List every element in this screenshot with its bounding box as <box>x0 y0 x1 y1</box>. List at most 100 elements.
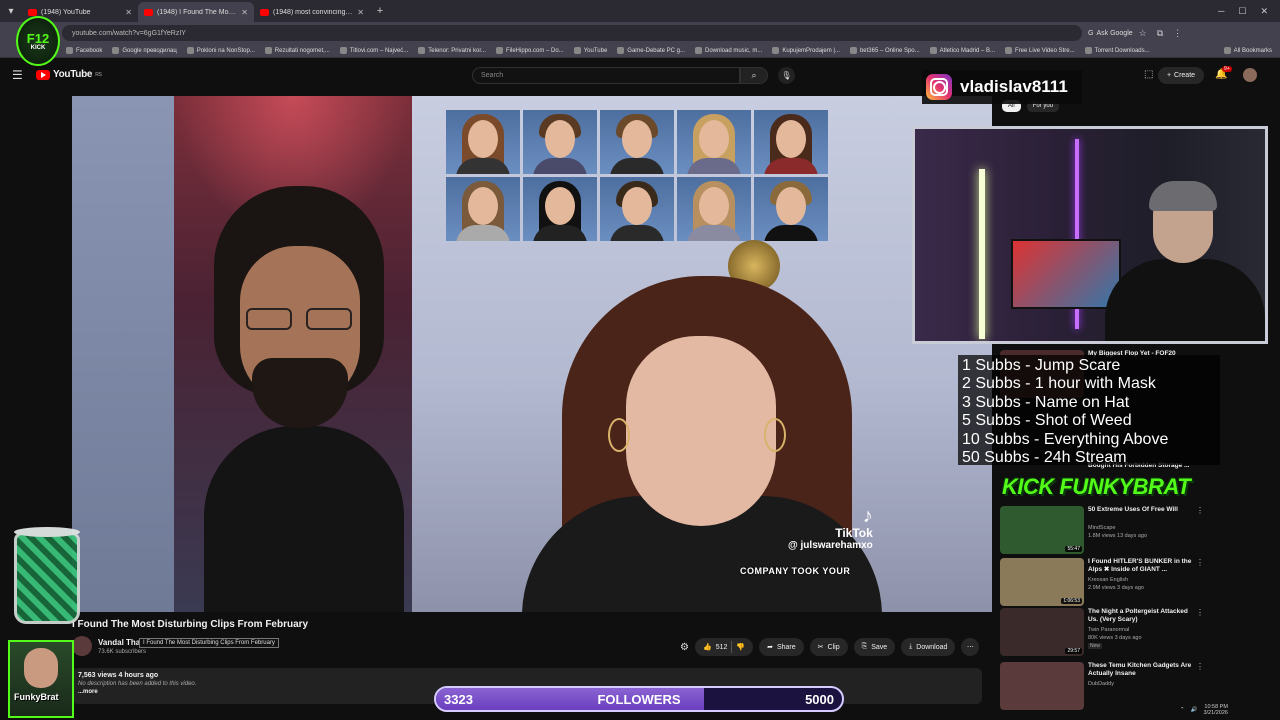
logo-f12-text: F12 <box>26 30 50 46</box>
volume-icon[interactable]: 🔊 <box>1191 707 1198 713</box>
youtube-logo[interactable]: YouTube RS <box>36 69 102 80</box>
tab-search-icon[interactable]: ▾ <box>0 0 22 22</box>
thumbs-down-icon[interactable]: 👎 <box>736 643 745 651</box>
video-tiktok-clip: ♪ TikTok @ julswarehamxo COMPANY TOOK YO… <box>412 96 992 612</box>
rec-title[interactable]: The Night a Poltergeist Attacked Us. (Ve… <box>1088 608 1196 624</box>
close-tab-icon[interactable]: ✕ <box>125 8 132 17</box>
kebab-menu-icon[interactable]: ⋮ <box>1196 558 1204 567</box>
tray-chevron-icon[interactable]: ⌃ <box>1180 707 1185 713</box>
gear-icon[interactable]: ⚙ <box>680 642 689 653</box>
close-tab-icon[interactable]: ✕ <box>241 8 248 17</box>
rec-thumbnail[interactable]: 55:47 <box>1000 506 1084 554</box>
clock[interactable]: 10:58 PM 3/21/2026 <box>1203 704 1227 716</box>
bookmark-item[interactable]: Download music, m... <box>694 47 762 54</box>
channel-avatar[interactable] <box>72 636 92 656</box>
divider <box>731 641 733 653</box>
streamer-body <box>1105 259 1265 341</box>
school-photo <box>446 177 520 241</box>
kebab-menu-icon[interactable]: ⋮ <box>1196 506 1204 515</box>
followers-goal-bar: 3323 FOLLOWERS 5000 <box>434 686 844 712</box>
menu-kebab-icon[interactable]: ⋮ <box>1173 28 1182 39</box>
ask-google-button[interactable]: G Ask Google <box>1088 30 1133 37</box>
clip-button[interactable]: ✂ Clip <box>809 638 848 656</box>
account-avatar[interactable] <box>1243 68 1257 82</box>
download-icon: ⤓ <box>909 643 913 650</box>
rec-thumbnail[interactable]: 29:57 <box>1000 608 1084 656</box>
share-button[interactable]: ➦ Share <box>759 638 804 656</box>
bookmark-item[interactable]: Google преводилац <box>112 47 177 54</box>
region-code: RS <box>95 71 102 78</box>
hamburger-menu-icon[interactable]: ☰ <box>12 68 23 82</box>
tiktok-label: TikTok <box>835 526 873 540</box>
sub-goal: 10 Subbs - Everything Above <box>962 430 1169 448</box>
bookmark-item[interactable]: bet365 – Online Spo... <box>849 47 920 54</box>
bookmark-label: Game-Debate PC g... <box>627 47 685 54</box>
sub-goal: 1 Subbs - Jump Scare <box>962 357 1121 374</box>
rec-channel[interactable]: MindScape <box>1088 525 1116 531</box>
rec-title[interactable]: I Found HITLER'S BUNKER in the Alps ✖ In… <box>1088 558 1196 574</box>
create-button[interactable]: + Create <box>1158 67 1204 84</box>
bookmark-item[interactable]: YouTube <box>573 47 607 54</box>
kebab-menu-icon[interactable]: ⋮ <box>1196 662 1204 671</box>
minimize-icon[interactable]: ─ <box>1218 6 1224 17</box>
save-button[interactable]: ⎘ Save <box>853 638 896 656</box>
channel-name[interactable]: Vandal Tha <box>98 638 140 647</box>
browser-tab-active[interactable]: (1948) I Found The Most D ✕ <box>138 2 254 22</box>
rec-thumbnail[interactable] <box>1000 662 1084 710</box>
close-tab-icon[interactable]: ✕ <box>357 8 364 17</box>
notification-badge: 9+ <box>1222 66 1232 72</box>
search-icon[interactable]: ⌕ <box>740 67 768 84</box>
maximize-icon[interactable]: ☐ <box>1238 6 1246 17</box>
rec-title[interactable]: 50 Extreme Uses Of Free Will <box>1088 506 1196 514</box>
browser-tab[interactable]: (1948) most convincing eviden ✕ <box>254 2 370 22</box>
new-tab-button[interactable]: + <box>370 5 390 17</box>
extensions-icon[interactable]: ⧉ <box>1157 28 1163 39</box>
instagram-overlay: vladislav8111 <box>922 70 1082 104</box>
bookmark-favicon-icon <box>694 47 702 54</box>
bookmark-item[interactable]: Facebook <box>66 47 102 54</box>
bookmark-item[interactable]: Game-Debate PC g... <box>617 47 685 54</box>
like-dislike-button[interactable]: 👍 512 👎 <box>694 638 754 656</box>
bookmark-item[interactable]: KupujemProdajem |... <box>772 47 840 54</box>
f12-kick-logo: F12 KICK <box>16 16 60 66</box>
youtube-favicon-icon <box>144 8 153 16</box>
share-icon: ➦ <box>767 644 773 651</box>
cast-icon[interactable]: ⬚ <box>1144 69 1153 80</box>
bookmark-favicon-icon <box>929 47 937 54</box>
rec-thumbnail[interactable]: 1:06:53 <box>1000 558 1084 606</box>
bookmark-item[interactable]: Atletico Madrid – B... <box>929 47 995 54</box>
bookmark-item[interactable]: Torrent Downloads... <box>1084 47 1150 54</box>
cup-decoration <box>14 527 80 624</box>
bookmark-star-icon[interactable]: ☆ <box>1139 28 1147 39</box>
search-input[interactable]: Search <box>472 67 740 84</box>
more-actions-button[interactable]: ⋯ <box>961 638 980 656</box>
bookmark-item[interactable]: FileHippo.com – Do... <box>496 47 564 54</box>
bookmark-item[interactable]: Titlovi.com – Najveć... <box>339 47 408 54</box>
bookmark-label: FileHippo.com – Do... <box>506 47 564 54</box>
thumbs-up-icon[interactable]: 👍 <box>703 643 712 651</box>
close-window-icon[interactable]: ✕ <box>1260 6 1268 17</box>
kebab-menu-icon[interactable]: ⋮ <box>1196 608 1204 617</box>
all-bookmarks-button[interactable]: All Bookmarks <box>1223 47 1280 54</box>
youtube-header: ☰ YouTube RS Search ⌕ 🎙 ⬚ + Create 🔔 9+ <box>0 58 1280 92</box>
recommendation-item[interactable]: 55:47 50 Extreme Uses Of Free Will MindS… <box>1000 506 1240 554</box>
bookmark-item[interactable]: Pokloni na NonStop... <box>186 47 255 54</box>
microphone-icon[interactable]: 🎙 <box>778 67 795 84</box>
bookmark-item[interactable]: Free Live Video Stre... <box>1005 47 1075 54</box>
url-field[interactable]: youtube.com/watch?v=6gG1fYeRzIY <box>62 25 1082 41</box>
rec-meta: 1.8M views 13 days ago <box>1088 533 1148 539</box>
recommendation-item[interactable]: 29:57 The Night a Poltergeist Attacked U… <box>1000 608 1240 656</box>
rec-channel[interactable]: Twin Paranormal <box>1088 627 1129 633</box>
bookmark-item[interactable]: Rezultati nogomet,... <box>264 47 330 54</box>
clip-label: Clip <box>827 643 840 651</box>
download-button[interactable]: ⤓ Download <box>901 638 956 656</box>
browser-tabstrip: ▾ (1948) YouTube ✕ (1948) I Found The Mo… <box>0 0 1280 22</box>
rec-channel[interactable]: Kreosan English <box>1088 577 1128 583</box>
video-player[interactable]: ♪ TikTok @ julswarehamxo COMPANY TOOK YO… <box>72 96 992 612</box>
rec-title[interactable]: These Temu Kitchen Gadgets Are Actually … <box>1088 662 1196 678</box>
rec-channel[interactable]: DubDaddy <box>1088 681 1114 687</box>
bookmark-item[interactable]: Telenor: Privatni kor... <box>418 47 486 54</box>
download-label: Download <box>916 643 948 651</box>
bookmark-label: bet365 – Online Spo... <box>859 47 920 54</box>
recommendation-item[interactable]: 1:06:53 I Found HITLER'S BUNKER in the A… <box>1000 558 1240 606</box>
